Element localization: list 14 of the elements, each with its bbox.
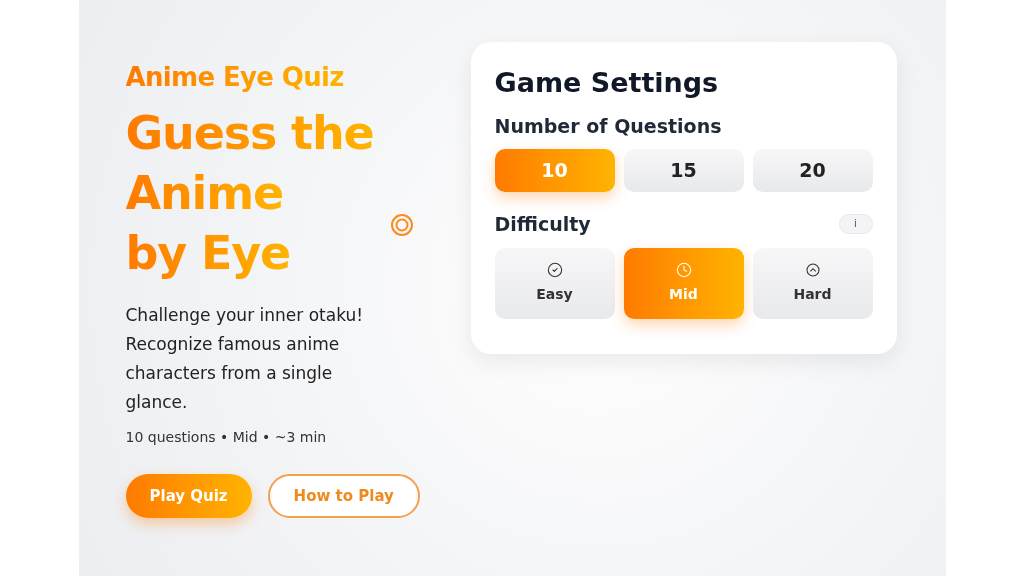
difficulty-option[interactable]: Easy [494,248,615,319]
question-count-option[interactable]: 20 [752,148,873,192]
info-button[interactable]: i [838,213,873,234]
section-label: Difficulty [494,211,591,237]
clock-icon [675,262,692,278]
description: Challenge your inner otaku! Recognize famous anime characters from a single glance. [125,304,365,414]
difficulty-option[interactable]: Hard [752,248,873,319]
chevron-up-circle-icon [804,262,821,278]
section-label: Number of Questions [494,114,723,139]
target-icon [389,213,414,237]
question-count-option[interactable]: 15 [623,148,744,192]
card-title: Game Settings [494,66,720,100]
quiz-meta: 10 questions • Mid • ~3 min [125,428,328,447]
check-circle-icon [546,262,563,278]
